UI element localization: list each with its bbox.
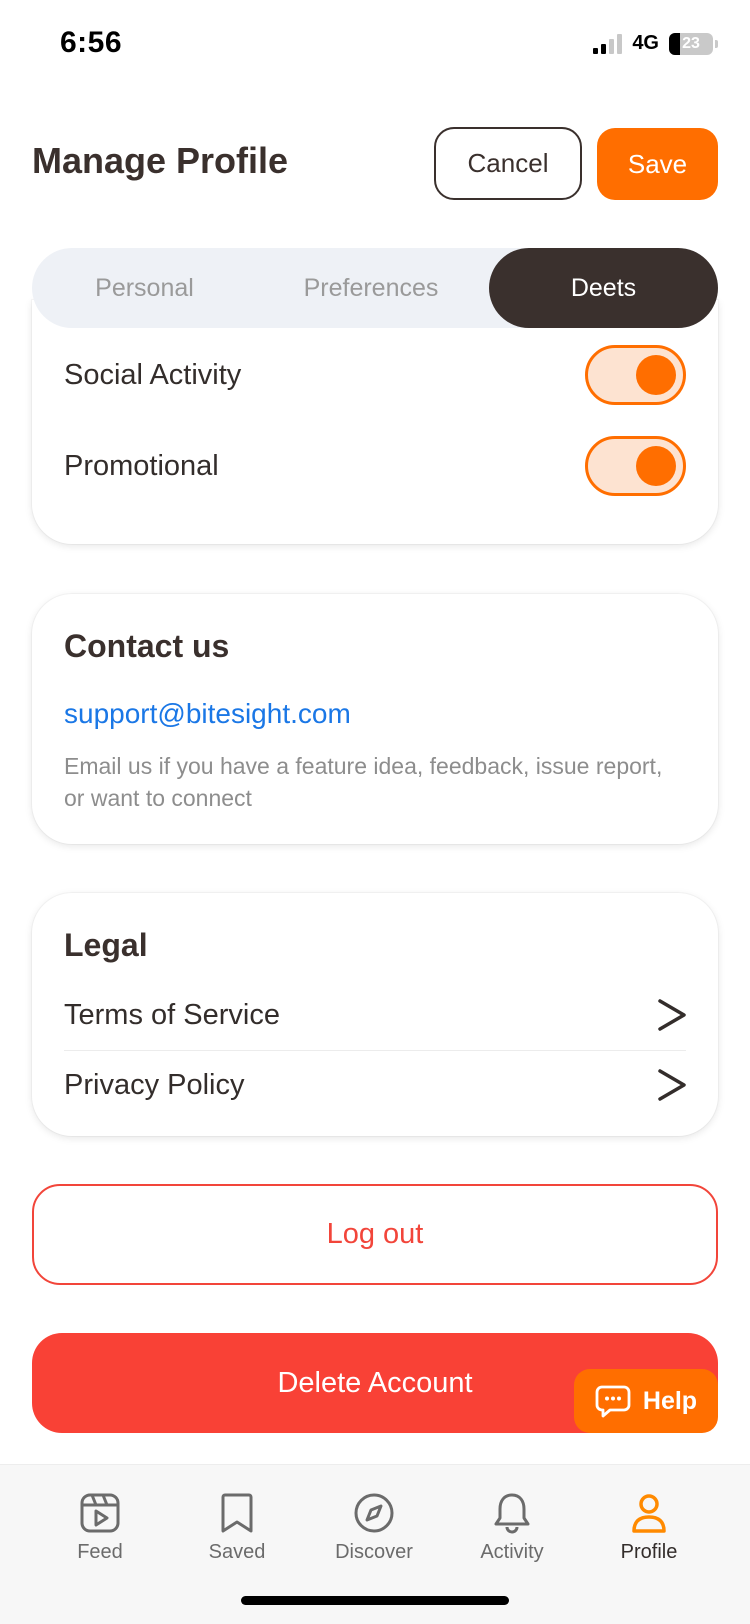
nav-label: Feed bbox=[77, 1541, 123, 1563]
notification-label: Promotional bbox=[64, 449, 219, 482]
status-time: 6:56 bbox=[60, 26, 123, 59]
toggle-knob bbox=[636, 355, 676, 395]
home-indicator bbox=[241, 1596, 509, 1605]
nav-label: Saved bbox=[208, 1541, 266, 1563]
help-label: Help bbox=[642, 1386, 698, 1415]
profile-tabs: Personal Preferences Deets bbox=[32, 248, 718, 328]
notification-row-social-activity: Social Activity bbox=[64, 345, 686, 405]
bookmark-icon bbox=[221, 1493, 253, 1533]
nav-saved[interactable]: Saved bbox=[177, 1491, 297, 1564]
feed-icon bbox=[80, 1493, 120, 1533]
toggle-knob bbox=[636, 446, 676, 486]
notification-label: Social Activity bbox=[64, 358, 242, 391]
nav-label: Activity bbox=[480, 1541, 544, 1563]
battery-level: 23 bbox=[682, 34, 700, 52]
contact-title: Contact us bbox=[64, 628, 230, 664]
notification-row-promotional: Promotional bbox=[64, 436, 686, 496]
legal-card: Legal Terms of Service Privacy Policy bbox=[32, 893, 718, 1136]
page-title: Manage Profile bbox=[32, 140, 289, 181]
tab-personal[interactable]: Personal bbox=[32, 248, 257, 328]
contact-description: Email us if you have a feature idea, fee… bbox=[64, 753, 663, 811]
battery-tip bbox=[715, 39, 718, 48]
notifications-card: Social Activity Promotional bbox=[32, 300, 718, 544]
promotional-toggle[interactable] bbox=[585, 436, 686, 496]
legal-title: Legal bbox=[64, 927, 148, 963]
nav-activity[interactable]: Activity bbox=[452, 1491, 572, 1564]
battery-icon: 23 bbox=[669, 32, 713, 55]
legal-item-label: Terms of Service bbox=[64, 998, 280, 1031]
network-type: 4G bbox=[632, 32, 659, 54]
status-bar: 6:56 4G 23 bbox=[0, 0, 750, 92]
logout-button[interactable]: Log out bbox=[32, 1184, 718, 1285]
signal-icon bbox=[593, 33, 623, 54]
chat-bubble-icon bbox=[595, 1385, 631, 1418]
nav-feed[interactable]: Feed bbox=[40, 1491, 160, 1564]
nav-profile[interactable]: Profile bbox=[589, 1491, 709, 1564]
tab-deets[interactable]: Deets bbox=[489, 248, 718, 328]
nav-discover[interactable]: Discover bbox=[314, 1491, 434, 1564]
status-indicators: 4G 23 bbox=[593, 32, 718, 55]
chevron-right-icon bbox=[658, 1069, 686, 1101]
chevron-right-icon bbox=[658, 999, 686, 1031]
user-icon bbox=[632, 1494, 666, 1533]
save-button[interactable]: Save bbox=[597, 128, 718, 200]
nav-label: Discover bbox=[335, 1541, 413, 1563]
nav-label: Profile bbox=[620, 1541, 678, 1563]
social-activity-toggle[interactable] bbox=[585, 345, 686, 405]
help-button[interactable]: Help bbox=[574, 1369, 718, 1433]
privacy-policy-row[interactable]: Privacy Policy bbox=[64, 1051, 688, 1119]
bell-icon bbox=[494, 1493, 530, 1534]
compass-icon bbox=[354, 1493, 394, 1533]
cancel-button[interactable]: Cancel bbox=[434, 127, 582, 200]
contact-card: Contact us support@bitesight.com Email u… bbox=[32, 594, 718, 844]
tab-preferences[interactable]: Preferences bbox=[257, 248, 485, 328]
support-email-link[interactable]: support@bitesight.com bbox=[64, 698, 351, 730]
terms-of-service-row[interactable]: Terms of Service bbox=[64, 981, 688, 1049]
legal-item-label: Privacy Policy bbox=[64, 1068, 245, 1101]
